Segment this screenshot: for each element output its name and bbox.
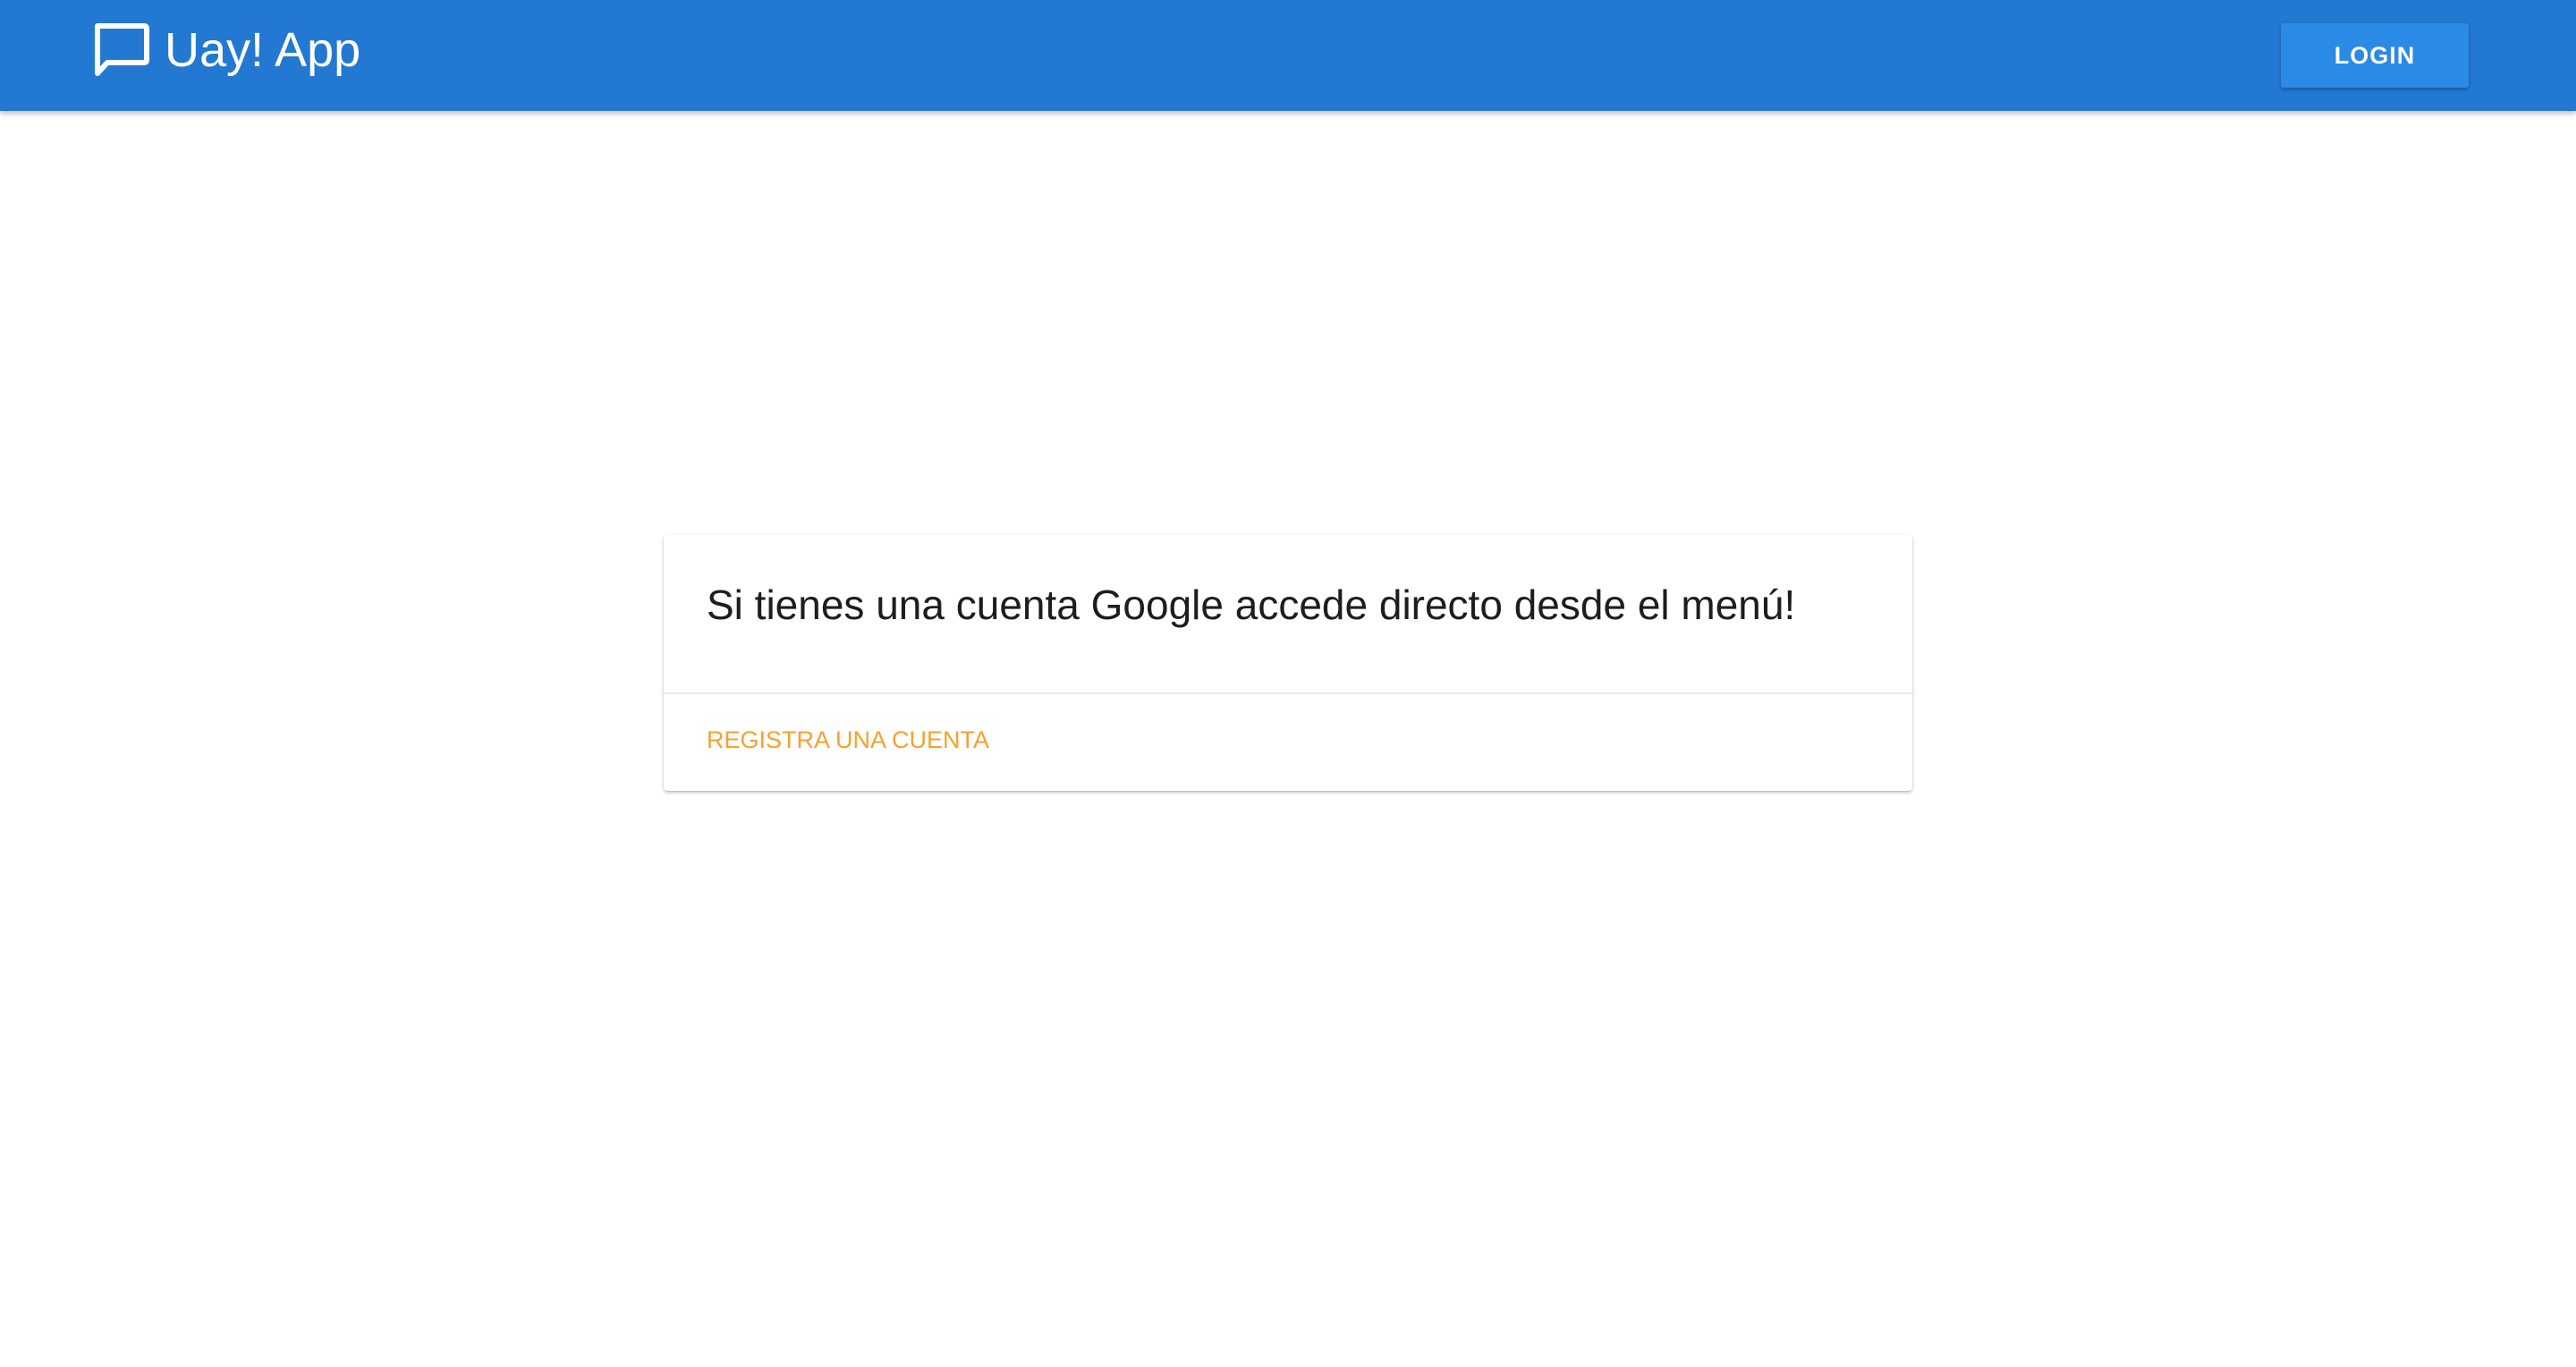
- register-account-button[interactable]: REGISTRA UNA CUENTA: [707, 721, 989, 759]
- info-card: Si tienes una cuenta Google accede direc…: [664, 535, 1912, 791]
- card-message: Si tienes una cuenta Google accede direc…: [707, 582, 1796, 628]
- brand: Uay! App: [89, 16, 360, 84]
- app-title: Uay! App: [165, 23, 361, 77]
- chat-bubble-icon: [89, 19, 152, 81]
- card-divider: [664, 692, 1912, 694]
- page: Uay! App LOGIN Si tienes una cuenta Goog…: [0, 0, 2576, 1367]
- app-bar: Uay! App LOGIN: [0, 0, 2576, 111]
- login-button[interactable]: LOGIN: [2281, 23, 2469, 88]
